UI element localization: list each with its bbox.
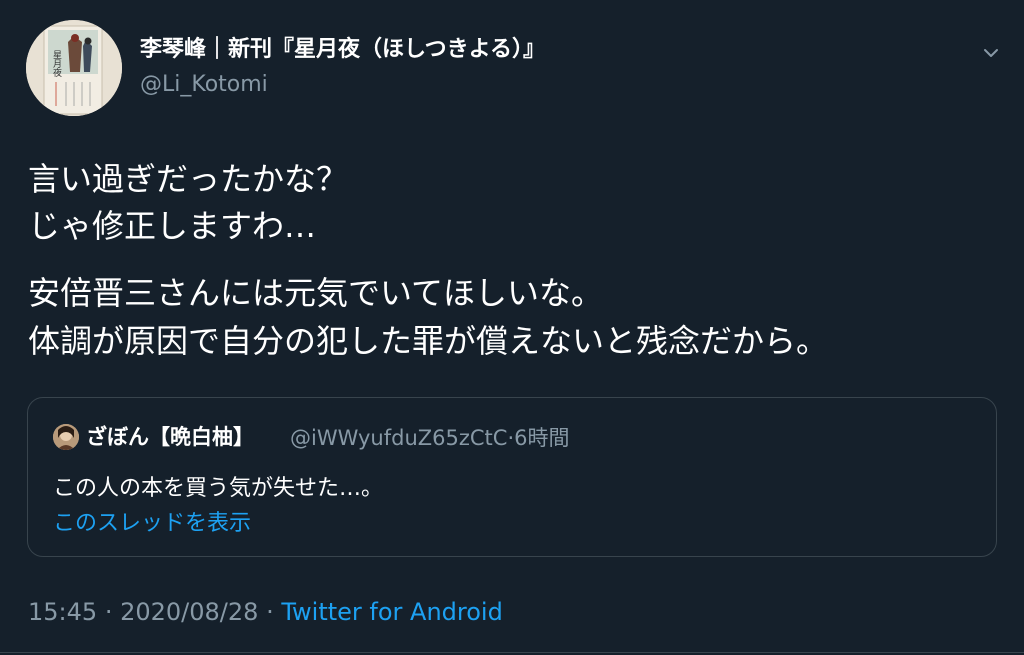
book-cover-image: 星月夜 xyxy=(26,20,122,116)
quoted-author-avatar xyxy=(53,424,79,450)
quoted-display-name: ざぼん【晩白柚】 xyxy=(86,425,254,449)
tweet-text-line-2: じゃ修正しますわ… xyxy=(28,207,317,245)
show-thread-link[interactable]: このスレッドを表示 xyxy=(53,509,251,539)
tweet-footer: 15:45 · 2020/08/28 · Twitter for Android xyxy=(28,596,503,628)
chevron-down-icon[interactable] xyxy=(978,40,1004,66)
author-avatar[interactable]: 星月夜 xyxy=(26,20,122,116)
quoted-tweet-card[interactable]: ざぼん【晩白柚】 @iWWyufduZ65zCtC·6時間 この人の本を買う気が… xyxy=(27,397,997,557)
tweet-text-line-3: 安倍晋三さんには元気でいてほしいな。 xyxy=(28,274,604,312)
tweet-date[interactable]: 2020/08/28 xyxy=(120,598,258,626)
footer-separator-2: · xyxy=(266,598,274,626)
quoted-time: 6時間 xyxy=(514,426,570,450)
tweet-source-link[interactable]: Twitter for Android xyxy=(281,598,502,626)
tweet-time[interactable]: 15:45 xyxy=(28,598,97,626)
footer-separator-1: · xyxy=(104,598,113,626)
tweet-text-line-4: 体調が原因で自分の犯した罪が償えないと残念だから。 xyxy=(28,322,829,360)
book-cover-title: 星月夜 xyxy=(51,50,62,78)
author-display-name[interactable]: 李琴峰｜新刊『星月夜（ほしつきよる）』 xyxy=(140,34,545,66)
bottom-divider xyxy=(0,652,1024,653)
tweet: 星月夜 李琴峰｜新刊『星月夜（ほしつきよる）』 @Li_Kotomi 言い過ぎだ… xyxy=(0,0,1024,655)
quoted-text: この人の本を買う気が失せた…。 xyxy=(53,476,384,501)
quoted-handle: @iWWyufduZ65zCtC xyxy=(290,426,508,450)
quoted-meta: @iWWyufduZ65zCtC·6時間 xyxy=(290,423,570,453)
author-handle[interactable]: @Li_Kotomi xyxy=(140,70,268,100)
tweet-text-line-1: 言い過ぎだったかな？ xyxy=(28,160,349,198)
